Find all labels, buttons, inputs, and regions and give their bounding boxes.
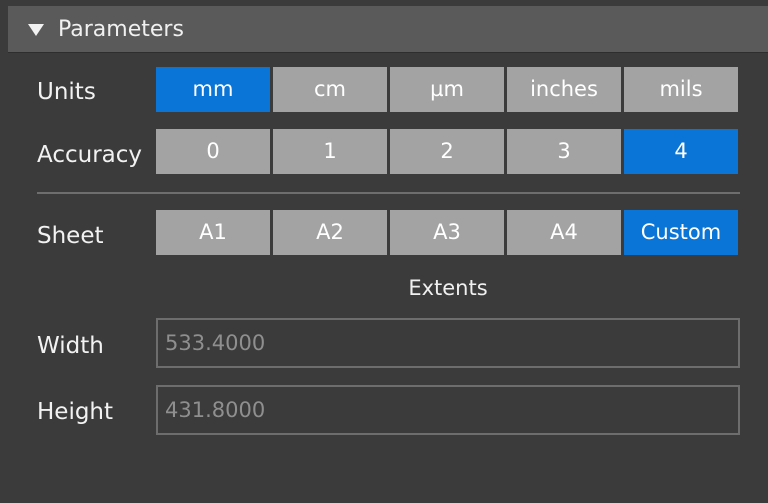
- accuracy-button-3[interactable]: 3: [507, 129, 621, 174]
- sheet-selector: A1 A2 A3 A4 Custom: [156, 210, 738, 255]
- sheet-label: Sheet: [37, 223, 104, 249]
- units-button-um[interactable]: µm: [390, 67, 504, 112]
- accuracy-button-1[interactable]: 1: [273, 129, 387, 174]
- accuracy-label: Accuracy: [37, 142, 143, 168]
- units-button-mm[interactable]: mm: [156, 67, 270, 112]
- panel-title: Parameters: [58, 17, 184, 42]
- triangle-down-icon[interactable]: [28, 24, 44, 36]
- units-label: Units: [37, 79, 96, 105]
- width-label: Width: [37, 333, 104, 359]
- sheet-button-a1[interactable]: A1: [156, 210, 270, 255]
- units-button-cm[interactable]: cm: [273, 67, 387, 112]
- extents-heading: Extents: [408, 276, 488, 300]
- section-divider: [37, 192, 740, 194]
- height-field[interactable]: [156, 385, 740, 435]
- panel-header[interactable]: Parameters: [8, 6, 768, 53]
- sheet-button-a4[interactable]: A4: [507, 210, 621, 255]
- accuracy-button-2[interactable]: 2: [390, 129, 504, 174]
- units-button-inches[interactable]: inches: [507, 67, 621, 112]
- height-label: Height: [37, 399, 114, 425]
- sheet-button-a3[interactable]: A3: [390, 210, 504, 255]
- units-selector: mm cm µm inches mils: [156, 67, 738, 112]
- accuracy-button-4[interactable]: 4: [624, 129, 738, 174]
- sheet-button-custom[interactable]: Custom: [624, 210, 738, 255]
- accuracy-button-0[interactable]: 0: [156, 129, 270, 174]
- units-button-mils[interactable]: mils: [624, 67, 738, 112]
- width-field[interactable]: [156, 318, 740, 368]
- parameters-panel: Parameters Units mm cm µm inches mils Ac…: [0, 0, 768, 503]
- sheet-button-a2[interactable]: A2: [273, 210, 387, 255]
- accuracy-selector: 0 1 2 3 4: [156, 129, 738, 174]
